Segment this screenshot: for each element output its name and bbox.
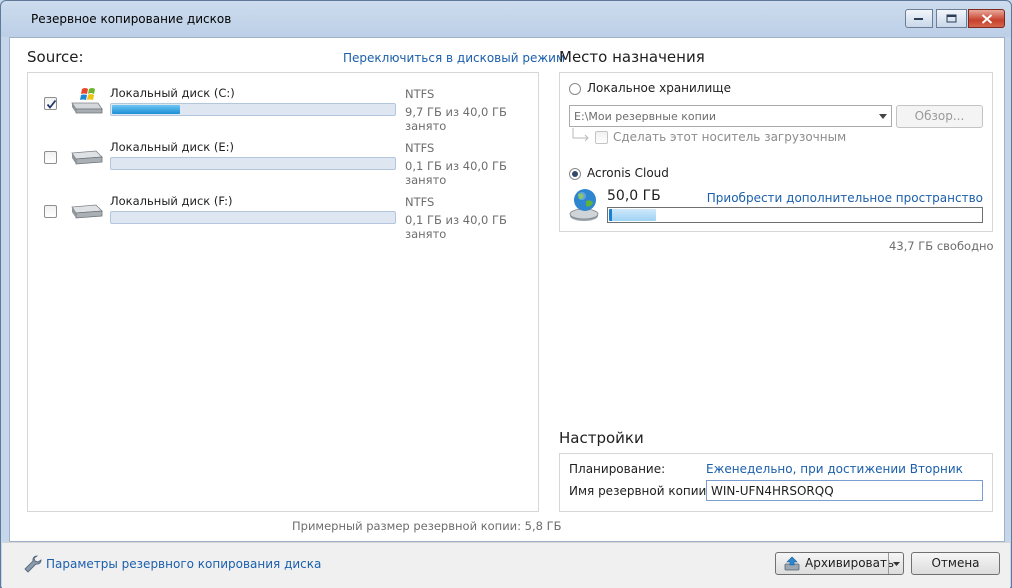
cloud-usage-fill: [609, 209, 656, 221]
main-content: Source: Переключиться в дисковый режим Л…: [9, 37, 1005, 542]
minimize-icon: [914, 17, 923, 20]
close-icon: [981, 13, 992, 24]
local-storage-label[interactable]: Локальное хранилище: [587, 81, 731, 95]
disk-e-filesystem: NTFS: [405, 141, 435, 155]
disk-e-usage-text: 0,1 ГБ из 40,0 ГБ занято: [405, 159, 507, 187]
maximize-button[interactable]: [936, 9, 967, 28]
disk-row-f[interactable]: Локальный диск (F:) NTFS 0,1 ГБ из 40,0 …: [28, 191, 538, 241]
bootable-media-label: Сделать этот носитель загрузочным: [613, 130, 847, 144]
backup-window: Резервное копирование дисков Source: Пер…: [0, 0, 1012, 588]
disk-row-c[interactable]: Локальный диск (C:) NTFS 9,7 ГБ из 40,0 …: [28, 83, 538, 133]
cloud-capacity: 50,0 ГБ: [607, 188, 661, 204]
disk-f-usage-bar: [110, 211, 396, 224]
chevron-down-icon: [879, 114, 887, 119]
title-bar[interactable]: Резервное копирование дисков: [1, 1, 1011, 37]
free-space-text: 43,7 ГБ свободно: [889, 239, 994, 253]
local-path-value: E:\Мои резервные копии: [574, 110, 717, 123]
minimize-button[interactable]: [905, 9, 933, 28]
disk-c-label: Локальный диск (C:): [110, 86, 235, 100]
cloud-usage-bar: [607, 207, 983, 223]
settings-panel: Планирование: Еженедельно, при достижени…: [559, 453, 993, 512]
schedule-link[interactable]: Еженедельно, при достижении Вторник: [706, 462, 963, 476]
disk-row-e[interactable]: Локальный диск (E:) NTFS 0,1 ГБ из 40,0 …: [28, 137, 538, 187]
local-storage-radio[interactable]: [569, 83, 581, 95]
maximize-icon: [946, 14, 956, 22]
destination-panel: Локальное хранилище E:\Мои резервные коп…: [559, 72, 993, 232]
backup-size-estimate: Примерный размер резервной копии: 5,8 ГБ: [292, 519, 562, 533]
source-heading: Source:: [27, 48, 84, 66]
buy-more-space-link[interactable]: Приобрести дополнительное пространство: [707, 191, 983, 205]
disk-f-label: Локальный диск (F:): [110, 194, 233, 208]
window-title: Резервное копирование дисков: [31, 12, 232, 26]
disk-f-usage-text: 0,1 ГБ из 40,0 ГБ занято: [405, 213, 507, 241]
cancel-button[interactable]: Отмена: [911, 552, 1000, 575]
hard-drive-icon: [71, 150, 103, 165]
archive-button-label: Архивировать: [805, 556, 895, 570]
split-divider: [888, 553, 889, 574]
destination-heading: Место назначения: [559, 48, 705, 66]
backup-name-input[interactable]: WIN-UFN4HRSORQQ: [706, 480, 983, 501]
archive-button[interactable]: Архивировать: [775, 552, 904, 575]
archive-drive-icon: [784, 556, 800, 571]
disk-e-usage-bar: [110, 157, 396, 170]
disk-c-usage-fill: [112, 105, 181, 114]
disk-c-filesystem: NTFS: [405, 87, 435, 101]
bootable-media-checkbox[interactable]: [595, 131, 608, 144]
checkmark-icon: [46, 99, 57, 109]
disk-e-checkbox[interactable]: [44, 151, 57, 164]
source-disk-list: Локальный диск (C:) NTFS 9,7 ГБ из 40,0 …: [27, 72, 539, 512]
local-path-combo[interactable]: E:\Мои резервные копии: [569, 105, 892, 127]
disk-c-checkbox[interactable]: [44, 97, 57, 110]
acronis-cloud-label[interactable]: Acronis Cloud: [587, 166, 669, 180]
wrench-icon: [24, 555, 42, 573]
chevron-down-icon[interactable]: [893, 562, 900, 566]
disk-f-filesystem: NTFS: [405, 195, 435, 209]
hard-drive-icon: [71, 204, 103, 219]
indent-arrow-icon: [572, 128, 589, 142]
footer-bar: Параметры резервного копирования диска А…: [2, 542, 1010, 588]
close-button[interactable]: [968, 9, 1005, 28]
disk-e-label: Локальный диск (E:): [110, 140, 234, 154]
switch-disk-mode-link[interactable]: Переключиться в дисковый режим: [343, 51, 565, 65]
disk-c-usage-bar: [110, 103, 396, 116]
acronis-cloud-radio[interactable]: [569, 168, 581, 180]
backup-options-link[interactable]: Параметры резервного копирования диска: [46, 557, 321, 571]
disk-c-usage-text: 9,7 ГБ из 40,0 ГБ занято: [405, 105, 507, 133]
windows-drive-icon: [71, 88, 103, 114]
cloud-drive-icon: [569, 189, 599, 221]
backup-name-label: Имя резервной копии:: [569, 484, 711, 498]
browse-button[interactable]: Обзор...: [896, 105, 983, 128]
disk-f-checkbox[interactable]: [44, 205, 57, 218]
settings-heading: Настройки: [559, 429, 644, 447]
schedule-label: Планирование:: [569, 462, 666, 476]
